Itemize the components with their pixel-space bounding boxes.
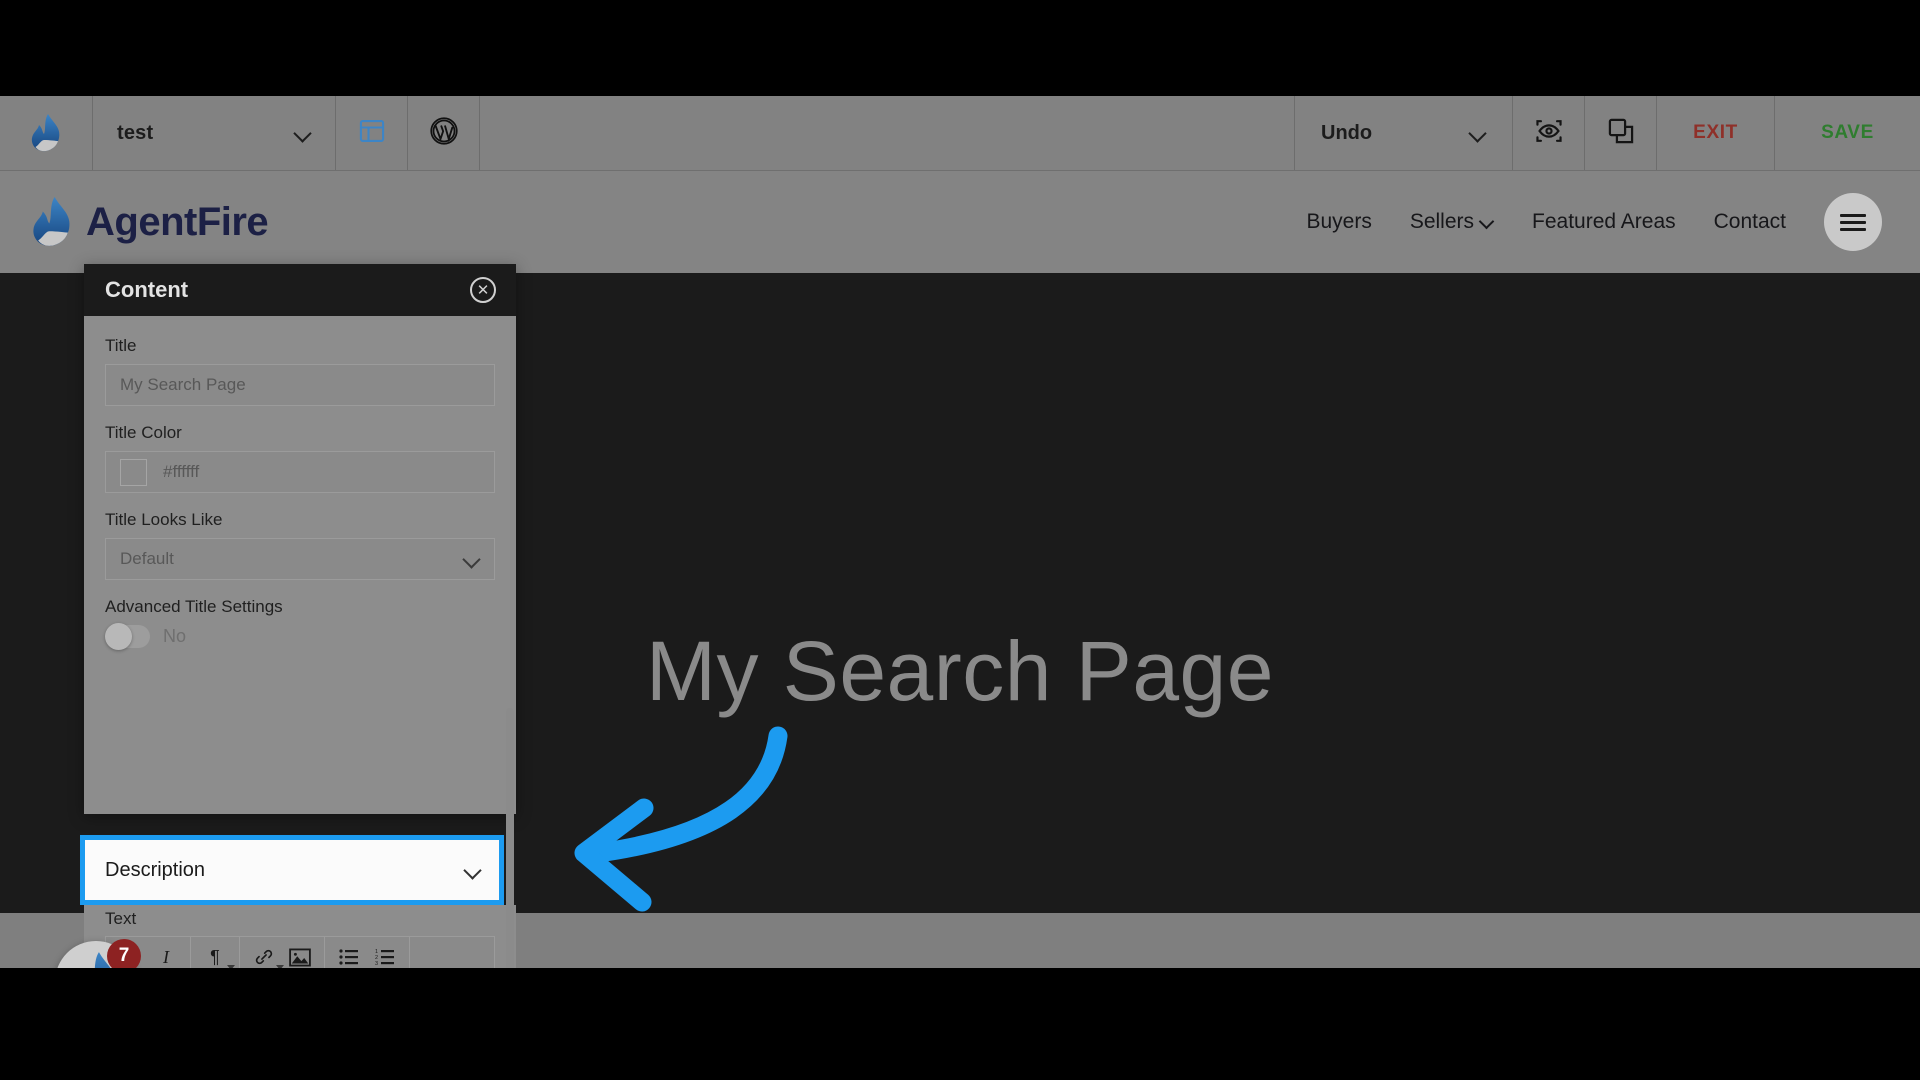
- editor-toolbar-spacer: [410, 937, 494, 968]
- save-label: SAVE: [1821, 122, 1874, 143]
- title-color-value: #ffffff: [163, 462, 200, 481]
- title-looks-like-select[interactable]: Default: [105, 538, 495, 580]
- undo-label: Undo: [1321, 121, 1373, 144]
- toggle-value: No: [163, 626, 187, 646]
- eye-preview-icon: [1534, 116, 1564, 151]
- toolbar-spacer: [480, 96, 1295, 170]
- agentfire-flame-icon: [31, 114, 61, 152]
- help-badge-count: 7: [107, 939, 141, 968]
- nav-item-contact[interactable]: Contact: [1714, 210, 1786, 234]
- svg-text:3: 3: [375, 961, 378, 966]
- paragraph-format-button[interactable]: ¶: [197, 937, 235, 968]
- page-title: My Search Page: [646, 624, 1274, 718]
- panel-body: Title My Search Page Title Color #ffffff…: [84, 316, 516, 814]
- content-settings-panel: Content ✕ Title My Search Page Title Col…: [84, 264, 516, 814]
- nav-label: Buyers: [1306, 210, 1372, 233]
- hamburger-menu-icon: [1840, 210, 1866, 235]
- chevron-down-icon: [464, 551, 480, 567]
- panel-title: Content: [105, 277, 189, 302]
- description-label: Description: [105, 858, 206, 881]
- layout-panels-button[interactable]: [336, 96, 408, 170]
- layout-panels-icon: [358, 117, 386, 150]
- panel-text-field-region: Text B I ¶: [84, 905, 516, 968]
- field-advanced-title-settings: Advanced Title Settings No: [105, 597, 495, 650]
- wordpress-button[interactable]: [408, 96, 480, 170]
- color-swatch[interactable]: [120, 458, 147, 486]
- advanced-title-settings-toggle[interactable]: No: [105, 623, 495, 650]
- italic-button[interactable]: I: [148, 937, 184, 968]
- field-title-looks-like: Title Looks Like Default: [105, 510, 495, 580]
- agentfire-flame-icon: [32, 197, 72, 247]
- caret-down-icon: [227, 965, 235, 968]
- field-title: Title My Search Page: [105, 336, 495, 406]
- field-label: Title Color: [105, 423, 182, 442]
- image-button[interactable]: [282, 937, 318, 968]
- chevron-down-icon: [295, 125, 311, 141]
- description-accordion[interactable]: Description: [85, 840, 499, 900]
- undo-dropdown[interactable]: Undo: [1295, 96, 1513, 170]
- hamburger-menu-button[interactable]: [1824, 193, 1882, 251]
- chevron-down-icon: [465, 862, 481, 878]
- close-circle-icon[interactable]: ✕: [470, 277, 496, 303]
- text-field-label: Text: [105, 909, 137, 928]
- title-color-input[interactable]: #ffffff: [105, 451, 495, 493]
- editor-group-paragraph: ¶: [191, 937, 240, 968]
- title-input-value: My Search Page: [120, 375, 246, 394]
- exit-label: EXIT: [1693, 122, 1738, 143]
- site-name-label: test: [117, 121, 154, 144]
- field-label: Title Looks Like: [105, 510, 223, 529]
- site-nav: Buyers Sellers Featured Areas Contact: [1306, 193, 1882, 251]
- link-button[interactable]: [246, 937, 284, 968]
- field-label: Title: [105, 336, 137, 355]
- chevron-down-icon: [1470, 125, 1486, 141]
- editor-group-insert: [240, 937, 325, 968]
- wordpress-icon: [429, 116, 459, 151]
- toggle-track: [105, 623, 150, 650]
- toggle-knob: [105, 623, 132, 650]
- title-input[interactable]: My Search Page: [105, 364, 495, 406]
- field-label: Advanced Title Settings: [105, 597, 283, 616]
- builder-logo-button[interactable]: [0, 96, 93, 170]
- exit-button[interactable]: EXIT: [1657, 96, 1775, 170]
- ordered-list-button[interactable]: 1 2 3: [367, 937, 403, 968]
- field-title-color: Title Color #ffffff: [105, 423, 495, 493]
- preview-button[interactable]: [1513, 96, 1585, 170]
- site-selector[interactable]: test: [93, 96, 336, 170]
- save-button[interactable]: SAVE: [1775, 96, 1920, 170]
- brand-name-label: AgentFire: [86, 199, 269, 244]
- builder-toolbar: test Undo EXIT SAVE: [0, 96, 1920, 171]
- site-header: AgentFire Buyers Sellers Featured Areas …: [0, 171, 1920, 273]
- editor-group-lists: 1 2 3: [325, 937, 410, 968]
- browser-viewport: test Undo EXIT SAVE AgentFire Buyers Sel…: [0, 96, 1920, 968]
- site-brand[interactable]: AgentFire: [32, 197, 269, 247]
- title-looks-like-value: Default: [120, 549, 174, 568]
- description-accordion-highlight: Description: [80, 835, 504, 905]
- nav-item-sellers[interactable]: Sellers: [1410, 210, 1494, 234]
- nav-item-buyers[interactable]: Buyers: [1306, 210, 1371, 234]
- nav-label: Featured Areas: [1532, 210, 1676, 233]
- nav-item-featured-areas[interactable]: Featured Areas: [1532, 210, 1676, 234]
- panel-scrollbar[interactable]: [506, 708, 514, 968]
- nav-label: Sellers: [1409, 210, 1475, 233]
- nav-label: Contact: [1713, 210, 1786, 233]
- panel-header: Content ✕: [84, 264, 516, 316]
- screenshot-stage: test Undo EXIT SAVE AgentFire Buyers Sel…: [0, 0, 1920, 1080]
- device-layers-icon: [1607, 117, 1635, 150]
- rich-text-editor-toolbar: B I ¶: [105, 936, 495, 968]
- unordered-list-button[interactable]: [331, 937, 367, 968]
- chevron-down-icon: [1481, 216, 1494, 229]
- device-layers-button[interactable]: [1585, 96, 1657, 170]
